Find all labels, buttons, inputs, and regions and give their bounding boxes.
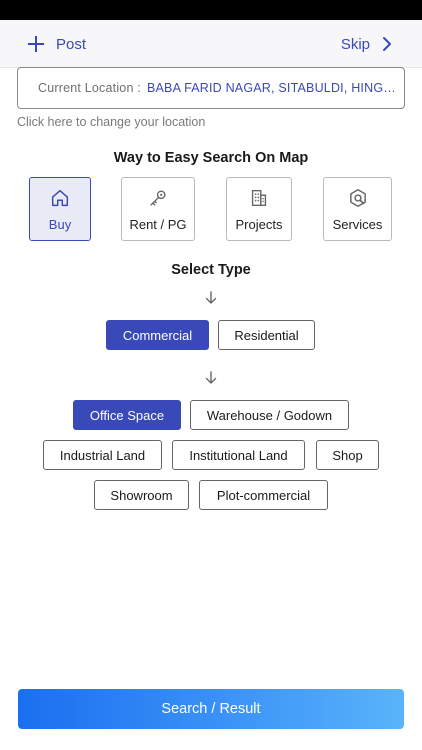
arrow-down-icon: [205, 291, 217, 304]
current-location-field[interactable]: Current Location : BABA FARID NAGAR, SIT…: [17, 67, 405, 109]
subtype-industrial-land[interactable]: Industrial Land: [43, 440, 162, 470]
type-commercial[interactable]: Commercial: [106, 320, 209, 350]
type-residential[interactable]: Residential: [218, 320, 315, 350]
category-rent-pg[interactable]: Rent / PG: [121, 177, 195, 241]
change-location-link[interactable]: Click here to change your location: [17, 115, 205, 129]
category-label: Buy: [48, 217, 72, 232]
location-label: Current Location :: [38, 81, 141, 95]
post-button[interactable]: Post: [28, 32, 86, 56]
subtype-plot-commercial[interactable]: Plot-commercial: [199, 480, 328, 510]
home-icon: [51, 189, 69, 207]
map-search-title: Way to Easy Search On Map: [113, 150, 309, 166]
subtype-warehouse-godown[interactable]: Warehouse / Godown: [190, 400, 349, 430]
subtype-office-space[interactable]: Office Space: [73, 400, 181, 430]
subtype-institutional-land[interactable]: Institutional Land: [172, 440, 305, 470]
category-label: Projects: [235, 217, 283, 232]
category-services[interactable]: Services: [323, 177, 392, 241]
category-label: Services: [332, 217, 383, 232]
skip-button[interactable]: Skip: [341, 32, 392, 56]
category-row: Buy Rent / PG Projects Services: [0, 177, 422, 243]
search-result-button[interactable]: Search / Result: [18, 689, 404, 729]
subtype-shop[interactable]: Shop: [316, 440, 379, 470]
top-bar: Post Skip: [0, 20, 422, 68]
services-icon: [349, 189, 366, 207]
location-value: BABA FARID NAGAR, SITABULDI, HINGAN...: [146, 81, 401, 95]
building-icon: [251, 189, 267, 207]
subtype-showroom[interactable]: Showroom: [94, 480, 189, 510]
category-buy[interactable]: Buy: [29, 177, 91, 241]
post-label: Post: [56, 35, 87, 53]
key-icon: [150, 190, 166, 206]
arrow-down-icon: [205, 371, 217, 384]
select-type-title: Select Type: [171, 262, 251, 278]
plus-icon: [28, 36, 44, 52]
category-projects[interactable]: Projects: [226, 177, 292, 241]
chevron-right-icon: [383, 37, 391, 51]
skip-label: Skip: [340, 35, 370, 53]
category-label: Rent / PG: [129, 217, 187, 232]
status-bar: [0, 0, 422, 20]
